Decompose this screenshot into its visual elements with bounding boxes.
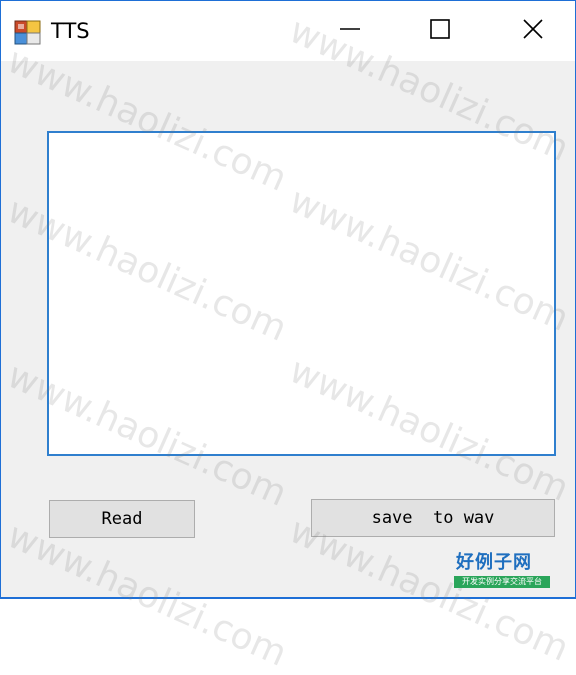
app-window: TTS Read save to wav: [0, 0, 576, 599]
save-to-wav-button[interactable]: save to wav: [311, 499, 555, 537]
minimize-button[interactable]: [305, 1, 395, 61]
watermark-logo: 好例子网 开发实例分享交流平台: [454, 552, 552, 590]
watermark-logo-text: 好例子网: [456, 552, 532, 573]
maximize-button[interactable]: [395, 1, 485, 61]
minimize-icon: [339, 18, 361, 44]
read-button[interactable]: Read: [49, 500, 195, 538]
maximize-icon: [429, 18, 451, 44]
text-input-area[interactable]: [47, 131, 556, 456]
title-bar[interactable]: TTS: [1, 1, 575, 61]
app-window-icon: [14, 18, 42, 46]
watermark-logo-subtext: 开发实例分享交流平台: [454, 576, 550, 588]
window-title: TTS: [51, 19, 90, 43]
close-button[interactable]: [488, 1, 575, 61]
close-icon: [522, 18, 544, 44]
